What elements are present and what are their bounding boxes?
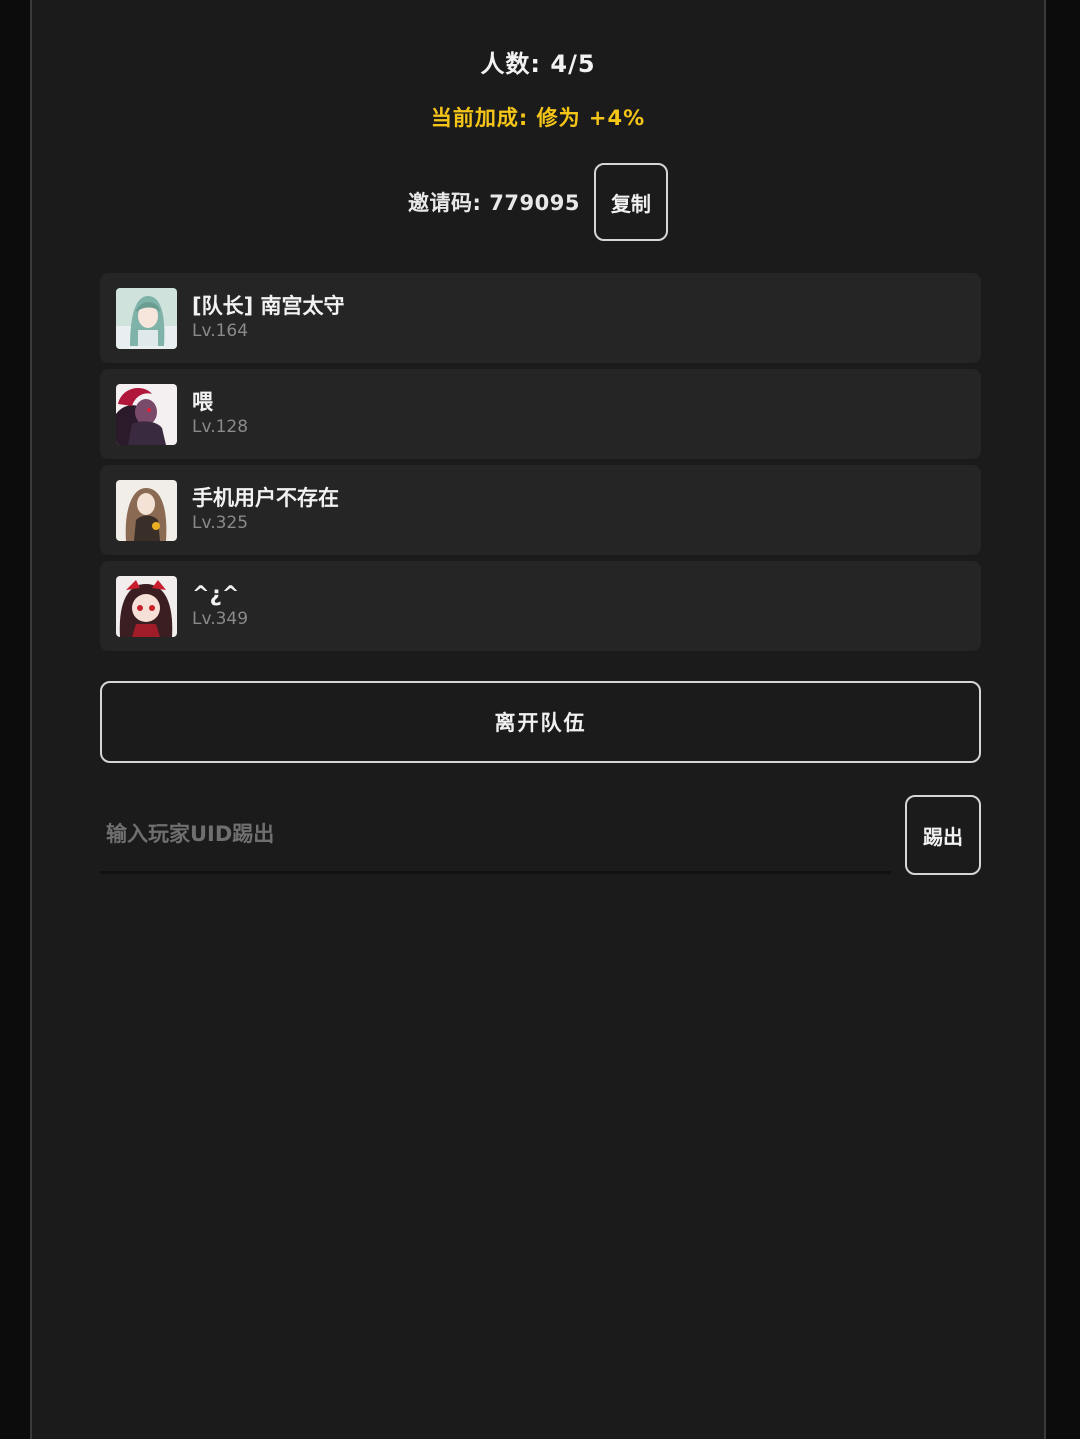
avatar	[116, 383, 177, 445]
member-level: Lv.325	[192, 513, 249, 533]
member-name: [队长] 南宫太守	[192, 294, 345, 318]
team-bonus: 当前加成: 修为 +4%	[430, 106, 646, 130]
member-list: [队长] 南宫太守 Lv.164 喂 Lv.128 手机用户不存在 Lv.325…	[100, 273, 981, 657]
member-card[interactable]: 手机用户不存在 Lv.325	[100, 465, 981, 555]
kick-uid-input[interactable]	[100, 796, 891, 874]
member-level: Lv.128	[192, 417, 249, 437]
member-level: Lv.164	[192, 321, 249, 341]
avatar	[116, 287, 177, 349]
member-card[interactable]: 喂 Lv.128	[100, 369, 981, 459]
invite-code: 邀请码: 779095	[408, 191, 580, 215]
avatar	[116, 479, 177, 541]
invite-row: 邀请码: 779095 复制	[32, 160, 1044, 244]
member-name: 手机用户不存在	[192, 486, 339, 510]
member-name: 喂	[192, 390, 213, 414]
member-level: Lv.349	[192, 609, 249, 629]
copy-button[interactable]: 复制	[593, 163, 668, 241]
member-card[interactable]: ^¿^ Lv.349	[100, 561, 981, 651]
member-name: ^¿^	[192, 582, 240, 606]
avatar	[116, 575, 177, 637]
leave-team-button[interactable]: 离开队伍	[100, 681, 981, 763]
member-card[interactable]: [队长] 南宫太守 Lv.164	[100, 273, 981, 363]
team-panel: 人数: 4/5 当前加成: 修为 +4% 邀请码: 779095 复制 [队长]…	[30, 0, 1046, 1439]
member-count: 人数: 4/5	[480, 50, 596, 78]
kick-button[interactable]: 踢出	[905, 795, 981, 875]
